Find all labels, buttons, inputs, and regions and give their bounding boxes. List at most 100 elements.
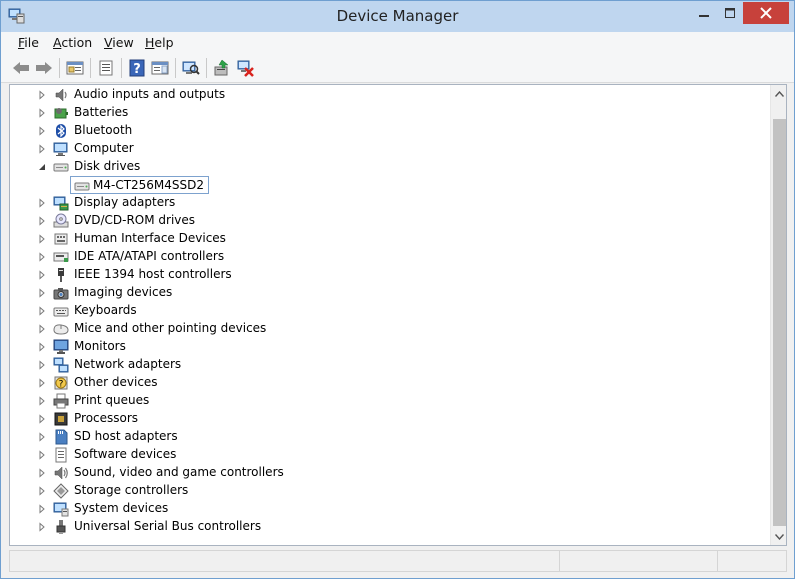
uninstall-device-button[interactable] [234,57,256,79]
tree-category-label: System devices [74,501,169,515]
vertical-scrollbar[interactable] [770,85,786,545]
tree-category-label: Computer [74,141,134,155]
tree-category-processors[interactable]: Processors [10,410,770,428]
expand-arrow-icon[interactable] [37,342,47,352]
tree-category-label: Disk drives [74,159,141,173]
properties-button[interactable] [95,57,117,79]
back-button[interactable] [10,57,32,79]
tree-category-other-devices[interactable]: ? Other devices [10,374,770,392]
expand-arrow-icon[interactable] [37,198,47,208]
tree-category-computer[interactable]: Computer [10,140,770,158]
menu-help[interactable]: Help [145,35,174,50]
expand-arrow-icon[interactable] [37,450,47,460]
computer-icon [53,142,68,156]
close-button[interactable] [743,2,789,24]
show-hide-action-pane-button[interactable] [149,57,171,79]
expand-arrow-icon[interactable] [37,216,47,226]
expand-arrow-icon[interactable] [37,396,47,406]
tree-category-batteries[interactable]: Batteries [10,104,770,122]
maximize-button[interactable] [717,2,743,24]
disk-drive-icon [53,163,69,172]
tree-category-dvd-cd-rom-drives[interactable]: DVD/CD-ROM drives [10,212,770,230]
expand-arrow-icon[interactable] [37,378,47,388]
tree-category-bluetooth[interactable]: Bluetooth [10,122,770,140]
tree-category-monitors[interactable]: Monitors [10,338,770,356]
menu-file[interactable]: File [18,35,39,50]
tree-device-label: M4-CT256M4SSD2 [93,178,205,192]
tree-device-item[interactable]: M4-CT256M4SSD2 [70,176,209,194]
expand-arrow-icon[interactable] [37,252,47,262]
expand-arrow-icon[interactable] [37,126,47,136]
tree-category-sd-host-adapters[interactable]: SD host adapters [10,428,770,446]
tree-category-keyboards[interactable]: Keyboards [10,302,770,320]
tree-category-human-interface-devices[interactable]: Human Interface Devices [10,230,770,248]
tree-category-label: Batteries [74,105,129,119]
expand-arrow-icon[interactable] [37,486,47,496]
tree-category-label: Imaging devices [74,285,173,299]
scan-hardware-button[interactable] [180,57,202,79]
svg-text:?: ? [59,380,64,390]
scrollbar-thumb[interactable] [773,119,786,526]
back-arrow-icon [13,62,29,74]
hid-icon [54,233,68,245]
speaker-icon [55,88,67,102]
tree-category-label: Keyboards [74,303,137,317]
tree-category-label: Software devices [74,447,177,461]
forward-button[interactable] [33,57,55,79]
tree-category-system-devices[interactable]: System devices [10,500,770,518]
window-title: Device Manager [336,7,459,25]
tree-category-storage-controllers[interactable]: Storage controllers [10,482,770,500]
tree-category-universal-serial-bus-controllers[interactable]: Universal Serial Bus controllers [10,518,770,536]
menu-action-rest: ction [61,35,93,50]
tree-category-ieee-1394-host-controllers[interactable]: IEEE 1394 host controllers [10,266,770,284]
help-button[interactable]: ? [126,57,148,79]
expand-arrow-icon[interactable] [37,414,47,424]
device-manager-window: Device Manager File Action View Help ? A… [0,0,795,579]
expand-arrow-icon[interactable] [37,90,47,100]
menu-action[interactable]: Action [53,35,92,50]
expand-arrow-icon[interactable] [37,468,47,478]
tree-category-audio-inputs-and-outputs[interactable]: Audio inputs and outputs [10,86,770,104]
toolbar-separator [175,58,176,78]
device-tree[interactable]: Audio inputs and outputs Batteries Bluetoo… [9,84,787,546]
tree-category-imaging-devices[interactable]: Imaging devices [10,284,770,302]
tree-category-display-adapters[interactable]: Display adapters [10,194,770,212]
expand-arrow-icon[interactable] [37,360,47,370]
expand-arrow-icon[interactable] [37,522,47,532]
tree-category-label: Print queues [74,393,150,407]
toolbar-separator [59,58,60,78]
minimize-button[interactable] [690,2,717,24]
expand-arrow-icon[interactable] [37,270,47,280]
expand-arrow-icon[interactable] [37,234,47,244]
show-hide-console-tree-button[interactable] [64,57,86,79]
dvd-drive-icon [53,213,69,228]
tree-category-mice-and-other-pointing-devices[interactable]: Mice and other pointing devices [10,320,770,338]
tree-category-network-adapters[interactable]: Network adapters [10,356,770,374]
expand-arrow-icon[interactable] [37,108,47,118]
expand-arrow-icon[interactable] [37,306,47,316]
tree-category-sound-video-and-game-controllers[interactable]: Sound, video and game controllers [10,464,770,482]
uninstall-device-icon [237,60,254,77]
expand-arrow-icon[interactable] [37,288,47,298]
status-segment [717,551,787,571]
tree-category-print-queues[interactable]: Print queues [10,392,770,410]
expand-arrow-icon[interactable] [37,432,47,442]
mouse-icon [53,324,69,335]
title-bar[interactable]: Device Manager [1,1,794,32]
disk-drive-icon [74,182,90,191]
scroll-up-button[interactable] [771,85,786,102]
tree-category-ide-ata-atapi-controllers[interactable]: IDE ATA/ATAPI controllers [10,248,770,266]
expand-arrow-icon[interactable] [37,324,47,334]
tree-category-disk-drives[interactable]: Disk drives [10,158,770,176]
scroll-down-button[interactable] [771,528,786,545]
tree-category-label: Processors [74,411,139,425]
tree-category-software-devices[interactable]: Software devices [10,446,770,464]
collapse-arrow-icon[interactable] [37,162,47,172]
expand-arrow-icon[interactable] [37,504,47,514]
toolbar-separator [121,58,122,78]
update-driver-button[interactable] [211,57,233,79]
menu-view[interactable]: View [104,35,134,50]
battery-icon [54,108,68,119]
usb-icon [56,520,66,534]
expand-arrow-icon[interactable] [37,144,47,154]
